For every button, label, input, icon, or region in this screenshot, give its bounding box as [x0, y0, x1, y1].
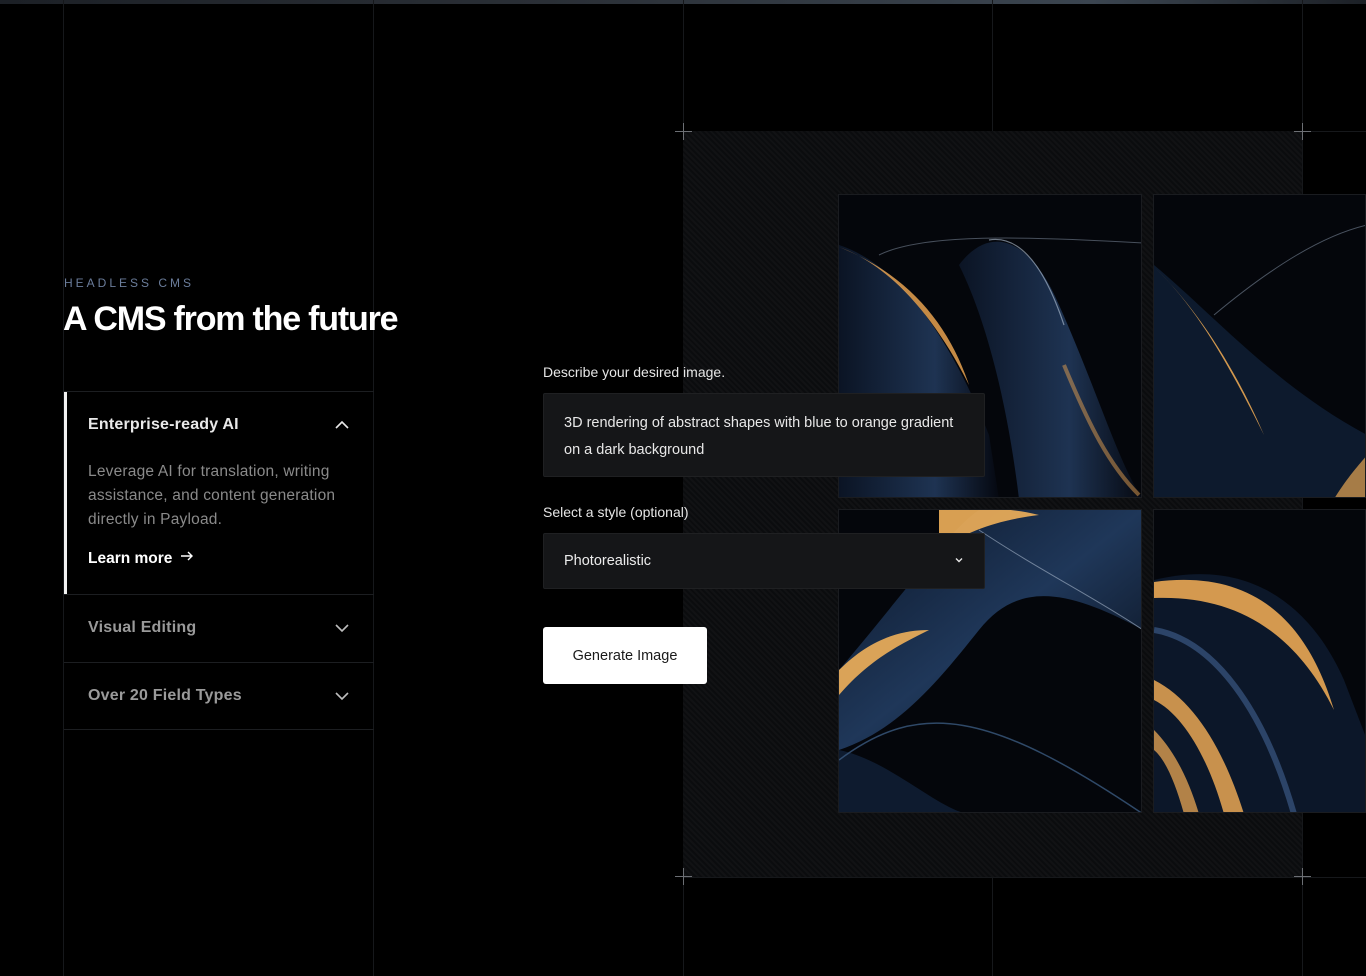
- accordion-header[interactable]: Over 20 Field Types: [88, 687, 350, 705]
- grid-line: [683, 877, 1366, 878]
- prompt-label: Describe your desired image.: [543, 364, 726, 380]
- eyebrow-label: HEADLESS CMS: [64, 276, 195, 290]
- accordion-body: Leverage AI for translation, writing ass…: [88, 463, 336, 528]
- accordion-title: Over 20 Field Types: [88, 687, 242, 704]
- accordion-header[interactable]: Visual Editing: [88, 619, 350, 637]
- learn-more-label: Learn more: [88, 549, 173, 567]
- accordion-title: Visual Editing: [88, 619, 197, 636]
- style-select-value: Photorealistic: [564, 553, 652, 569]
- accordion-header[interactable]: Enterprise-ready AI: [88, 416, 350, 434]
- generated-image-tile: [1153, 509, 1366, 813]
- crosshair-icon: [1294, 123, 1311, 140]
- generated-image-tile: [1153, 194, 1366, 498]
- crosshair-icon: [675, 868, 692, 885]
- chevron-down-icon[interactable]: [334, 620, 350, 636]
- page-title: A CMS from the future: [63, 300, 399, 338]
- accordion-item-field-types[interactable]: Over 20 Field Types: [64, 662, 374, 730]
- accordion-title: Enterprise-ready AI: [88, 416, 239, 433]
- feature-accordion: Enterprise-ready AI Leverage AI for tran…: [64, 391, 374, 730]
- crosshair-icon: [1294, 868, 1311, 885]
- generate-image-button[interactable]: Generate Image: [543, 627, 707, 684]
- chevron-down-icon: [954, 553, 964, 569]
- arrow-right-icon: [180, 549, 194, 568]
- style-select[interactable]: Photorealistic: [543, 533, 985, 589]
- style-label: Select a style (optional): [543, 504, 689, 520]
- chevron-up-icon[interactable]: [334, 417, 350, 433]
- prompt-textarea[interactable]: 3D rendering of abstract shapes with blu…: [543, 393, 985, 477]
- crosshair-icon: [675, 123, 692, 140]
- accordion-item-enterprise-ai[interactable]: Enterprise-ready AI Leverage AI for tran…: [64, 391, 374, 594]
- learn-more-link[interactable]: Learn more: [88, 549, 194, 568]
- accordion-item-visual-editing[interactable]: Visual Editing: [64, 594, 374, 662]
- chevron-down-icon[interactable]: [334, 688, 350, 704]
